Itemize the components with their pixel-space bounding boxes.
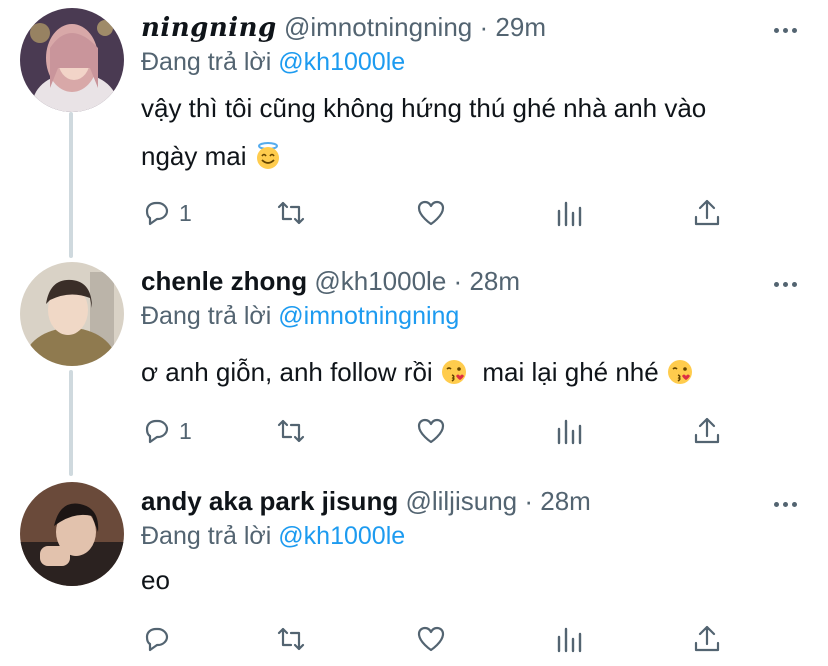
tweet-text: eo (141, 565, 170, 595)
reply-icon (145, 201, 169, 226)
handle[interactable]: @kh1000le (314, 266, 446, 296)
display-name[interactable]: andy aka park jisung (141, 486, 398, 516)
kissing-wink-emoji (441, 360, 466, 384)
reply-icon (145, 627, 169, 652)
replying-prefix: Đang trả lời (141, 302, 272, 330)
retweet-icon (277, 201, 305, 225)
reply-button[interactable]: 1 (141, 414, 192, 448)
analytics-icon (557, 627, 582, 653)
kissing-wink-emoji (667, 360, 692, 384)
replying-to: Đang trả lời @imnotningning (141, 300, 459, 332)
replying-prefix: Đang trả lời (141, 522, 272, 550)
tweet-text-part: ơ anh giỗn, anh follow rồi (141, 357, 433, 387)
analytics-button[interactable] (553, 414, 585, 448)
handle[interactable]: @liljisung (405, 486, 517, 516)
like-icon (417, 200, 445, 226)
tweet-header: chenle zhong @kh1000le · 28m (141, 264, 520, 298)
replying-to: Đang trả lời @kh1000le (141, 520, 405, 552)
tweet-chenle[interactable]: chenle zhong @kh1000le · 28m Đang trả lờ… (0, 262, 828, 462)
tweet-text: ơ anh giỗn, anh follow rồi mai lại ghé n… (141, 348, 801, 396)
retweet-button[interactable] (275, 622, 307, 656)
tweet-header: andy aka park jisung @liljisung · 28m (141, 484, 591, 518)
tweet-text-line: vậy thì tôi cũng không hứng thú ghé nhà … (141, 93, 707, 123)
reply-count: 1 (179, 417, 192, 444)
retweet-icon (277, 627, 305, 651)
analytics-button[interactable] (553, 622, 585, 656)
timestamp[interactable]: 28m (540, 486, 591, 516)
tweet-text-part: mai lại ghé nhé (482, 357, 659, 387)
share-button[interactable] (691, 196, 723, 230)
handle[interactable]: @imnotningning (284, 12, 472, 42)
analytics-button[interactable] (553, 196, 585, 230)
timestamp[interactable]: 28m (469, 266, 520, 296)
like-icon (417, 418, 445, 444)
reply-button[interactable]: 1 (141, 196, 192, 230)
tweet-header: ningning @imnotningning · 29m (141, 10, 546, 45)
smiling-halo-emoji (256, 142, 279, 169)
reply-count: 1 (179, 199, 192, 226)
tweet-actions (141, 622, 741, 656)
like-button[interactable] (415, 196, 447, 230)
avatar-chenle[interactable] (20, 262, 124, 366)
more-icon[interactable] (774, 274, 802, 287)
avatar-ningning[interactable] (20, 8, 124, 112)
reply-button[interactable] (141, 622, 179, 656)
analytics-icon (557, 419, 582, 445)
share-icon (694, 417, 720, 444)
share-button[interactable] (691, 414, 723, 448)
retweet-button[interactable] (275, 414, 307, 448)
mention-link[interactable]: @imnotningning (278, 302, 459, 330)
separator: · (453, 266, 463, 296)
share-button[interactable] (691, 622, 723, 656)
more-icon[interactable] (774, 20, 802, 33)
more-icon[interactable] (774, 494, 802, 507)
replying-prefix: Đang trả lời (141, 48, 272, 76)
retweet-button[interactable] (275, 196, 307, 230)
analytics-icon (557, 201, 582, 227)
like-button[interactable] (415, 414, 447, 448)
timestamp[interactable]: 29m (495, 12, 546, 42)
like-icon (417, 626, 445, 652)
retweet-icon (277, 419, 305, 443)
share-icon (694, 199, 720, 226)
avatar-jisung[interactable] (20, 482, 124, 586)
separator: · (524, 486, 534, 516)
tweet-ningning[interactable]: ningning @imnotningning · 29m Đang trả l… (0, 8, 828, 248)
tweet-actions: 1 (141, 414, 741, 448)
tweet-actions: 1 (141, 196, 741, 230)
mention-link[interactable]: @kh1000le (278, 48, 405, 76)
tweet-text: vậy thì tôi cũng không hứng thú ghé nhà … (141, 84, 801, 180)
display-name[interactable]: ningning (141, 13, 277, 43)
like-button[interactable] (415, 622, 447, 656)
reply-icon (145, 419, 169, 444)
tweet-jisung[interactable]: andy aka park jisung @liljisung · 28m Đa… (0, 482, 828, 666)
replying-to: Đang trả lời @kh1000le (141, 46, 405, 78)
mention-link[interactable]: @kh1000le (278, 522, 405, 550)
display-name[interactable]: chenle zhong (141, 266, 307, 296)
share-icon (694, 625, 720, 652)
separator: · (479, 12, 489, 42)
tweet-text-line: ngày mai (141, 141, 247, 171)
